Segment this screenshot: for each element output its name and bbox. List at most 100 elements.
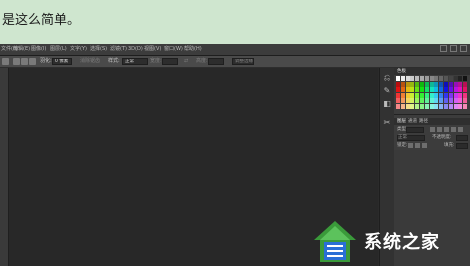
- color-swatch[interactable]: [453, 104, 458, 109]
- color-swatch[interactable]: [434, 98, 439, 104]
- color-swatch[interactable]: [410, 92, 415, 98]
- color-swatch[interactable]: [415, 104, 420, 109]
- color-swatch[interactable]: [439, 87, 444, 93]
- opacity-field[interactable]: [456, 135, 468, 141]
- color-swatch[interactable]: [420, 81, 424, 87]
- kind-select[interactable]: [406, 127, 424, 133]
- color-swatch[interactable]: [405, 76, 410, 81]
- filter-adjust-icon[interactable]: [437, 127, 442, 132]
- color-swatch[interactable]: [405, 87, 410, 93]
- menu-image[interactable]: 图像(I): [31, 45, 46, 53]
- color-swatch[interactable]: [405, 92, 410, 98]
- color-swatch[interactable]: [463, 76, 468, 81]
- color-swatch[interactable]: [439, 92, 444, 98]
- color-swatch[interactable]: [396, 92, 400, 98]
- style-select[interactable]: 正常: [122, 58, 148, 65]
- color-swatch[interactable]: [400, 104, 405, 109]
- color-swatch[interactable]: [429, 81, 434, 87]
- refine-edge-button[interactable]: 调整边缘...: [232, 58, 254, 65]
- lock-position-icon[interactable]: [415, 143, 420, 148]
- color-swatch[interactable]: [444, 81, 448, 87]
- color-swatch[interactable]: [439, 76, 444, 81]
- width-field[interactable]: [162, 58, 178, 65]
- history-icon[interactable]: ⎌: [383, 74, 391, 82]
- color-swatch[interactable]: [400, 87, 405, 93]
- new-selection-icon[interactable]: [13, 58, 20, 65]
- menu-type[interactable]: 文字(Y): [70, 45, 87, 53]
- height-field[interactable]: [208, 58, 224, 65]
- color-swatch[interactable]: [458, 81, 463, 87]
- color-swatch[interactable]: [434, 104, 439, 109]
- color-swatch[interactable]: [458, 92, 463, 98]
- color-swatch[interactable]: [453, 98, 458, 104]
- feather-field[interactable]: 0 像素: [52, 58, 72, 65]
- color-swatch[interactable]: [415, 87, 420, 93]
- tools-icon[interactable]: ✂: [383, 119, 391, 127]
- add-selection-icon[interactable]: [21, 58, 28, 65]
- color-swatch[interactable]: [463, 104, 468, 109]
- color-swatch[interactable]: [424, 104, 429, 109]
- filter-pixel-icon[interactable]: [430, 127, 435, 132]
- color-swatch[interactable]: [410, 87, 415, 93]
- color-swatch[interactable]: [458, 98, 463, 104]
- menu-edit[interactable]: 编辑(E): [13, 45, 30, 53]
- color-swatch[interactable]: [453, 92, 458, 98]
- color-swatch[interactable]: [420, 76, 424, 81]
- color-swatch[interactable]: [448, 98, 453, 104]
- tab-layers[interactable]: 图层: [397, 118, 406, 125]
- color-swatch[interactable]: [405, 104, 410, 109]
- color-swatch[interactable]: [444, 104, 448, 109]
- color-swatch[interactable]: [420, 104, 424, 109]
- menu-filter[interactable]: 滤镜(T): [110, 45, 127, 53]
- color-swatch[interactable]: [405, 98, 410, 104]
- marquee-tool-icon[interactable]: [2, 58, 9, 65]
- color-swatch[interactable]: [434, 76, 439, 81]
- color-swatch[interactable]: [415, 98, 420, 104]
- tab-paths[interactable]: 路径: [419, 118, 428, 125]
- color-swatch[interactable]: [434, 87, 439, 93]
- color-swatch[interactable]: [448, 76, 453, 81]
- color-swatch[interactable]: [420, 98, 424, 104]
- color-swatch[interactable]: [453, 81, 458, 87]
- color-swatch[interactable]: [463, 98, 468, 104]
- lock-pixels-icon[interactable]: [408, 143, 413, 148]
- color-swatch[interactable]: [420, 92, 424, 98]
- color-swatch[interactable]: [429, 92, 434, 98]
- color-swatch[interactable]: [400, 92, 405, 98]
- color-swatch[interactable]: [424, 92, 429, 98]
- lock-all-icon[interactable]: [422, 143, 427, 148]
- color-swatch[interactable]: [439, 98, 444, 104]
- color-swatch[interactable]: [463, 81, 468, 87]
- color-swatch[interactable]: [463, 92, 468, 98]
- color-swatch[interactable]: [420, 87, 424, 93]
- color-swatch[interactable]: [415, 92, 420, 98]
- color-swatch[interactable]: [424, 87, 429, 93]
- color-swatch[interactable]: [396, 76, 400, 81]
- color-swatch[interactable]: [458, 76, 463, 81]
- color-swatch[interactable]: [453, 76, 458, 81]
- color-swatch[interactable]: [444, 87, 448, 93]
- filter-type-icon[interactable]: [444, 127, 449, 132]
- fill-field[interactable]: [456, 143, 468, 149]
- color-swatch[interactable]: [400, 81, 405, 87]
- color-swatch[interactable]: [410, 104, 415, 109]
- menu-view[interactable]: 视图(V): [144, 45, 161, 53]
- color-swatch[interactable]: [405, 81, 410, 87]
- color-swatch[interactable]: [396, 104, 400, 109]
- color-swatch[interactable]: [439, 81, 444, 87]
- color-swatch[interactable]: [429, 98, 434, 104]
- menu-layer[interactable]: 图层(L): [50, 45, 67, 53]
- menu-select[interactable]: 选择(S): [90, 45, 107, 53]
- color-swatch[interactable]: [444, 92, 448, 98]
- menu-help[interactable]: 帮助(H): [184, 45, 202, 53]
- color-swatch[interactable]: [458, 104, 463, 109]
- color-swatch[interactable]: [434, 81, 439, 87]
- brush-icon[interactable]: ✎: [383, 87, 391, 95]
- color-swatch[interactable]: [448, 104, 453, 109]
- close-icon[interactable]: [460, 45, 467, 52]
- tab-channels[interactable]: 通道: [408, 118, 417, 125]
- color-swatch[interactable]: [448, 81, 453, 87]
- subtract-selection-icon[interactable]: [29, 58, 36, 65]
- color-swatch[interactable]: [444, 76, 448, 81]
- color-swatch[interactable]: [444, 98, 448, 104]
